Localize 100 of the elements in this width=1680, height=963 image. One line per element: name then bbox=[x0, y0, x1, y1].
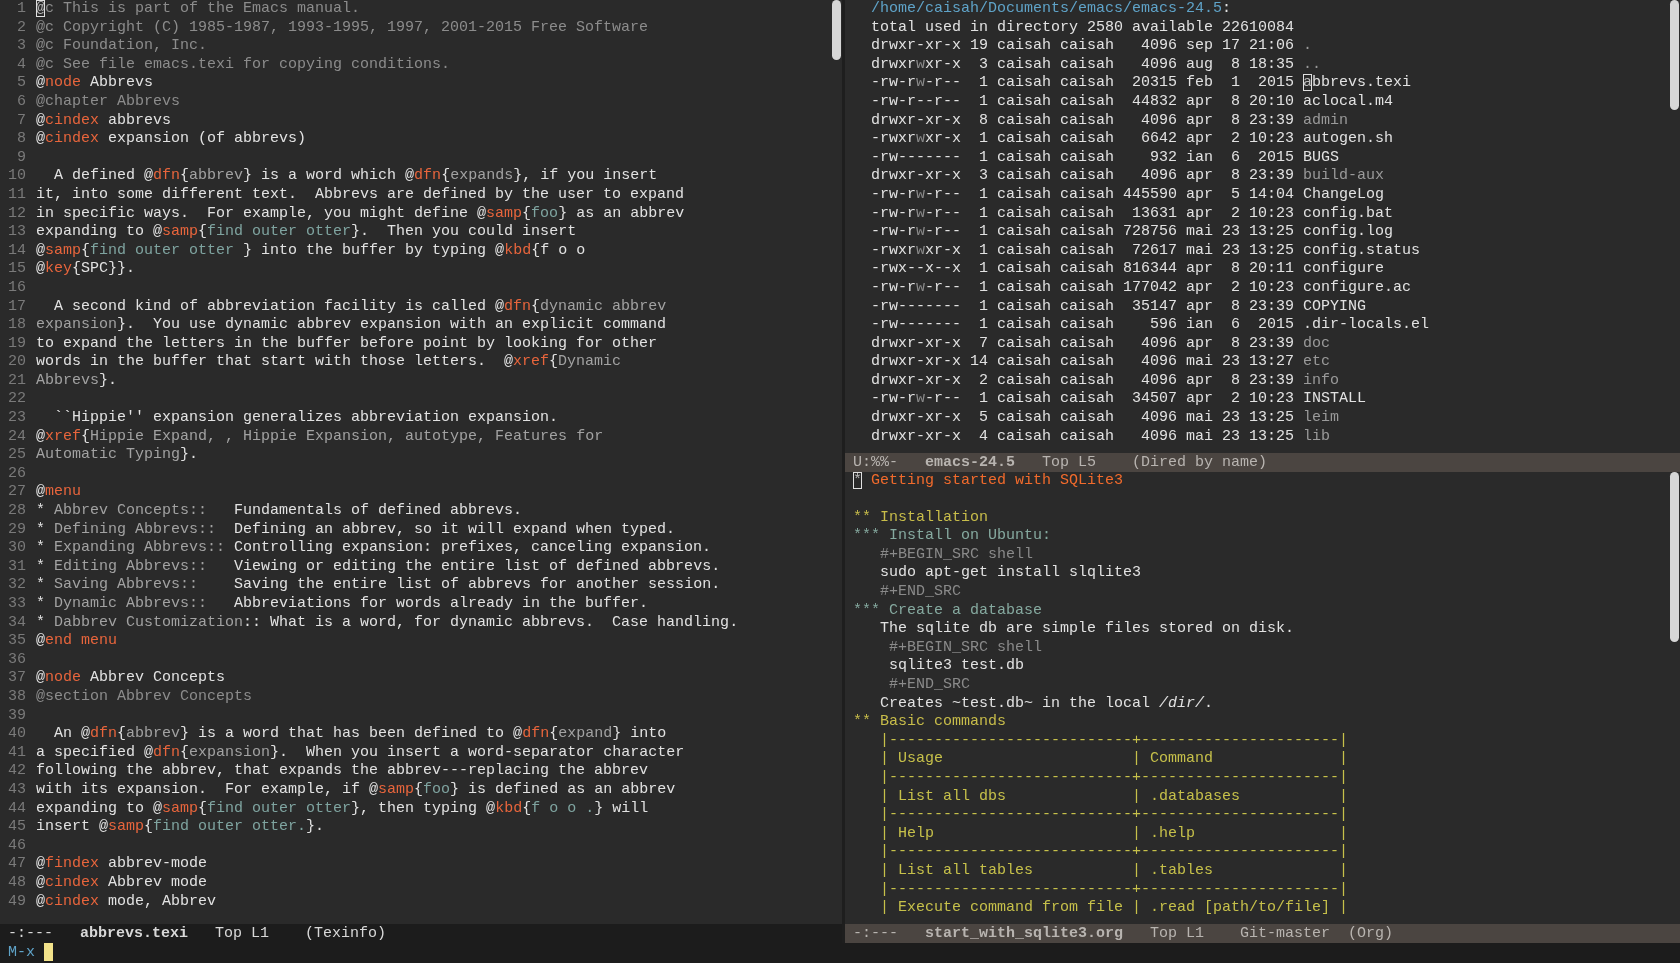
line-number: 19 bbox=[7, 334, 26, 354]
line-number: 32 bbox=[7, 576, 26, 595]
code-line: with its expansion. For example, if @samp{foo} is defined as an abbrev bbox=[36, 780, 677, 800]
line-number: 34 bbox=[7, 613, 26, 633]
minibuffer[interactable]: M-x bbox=[0, 943, 1680, 963]
code-line: #+END_SRC bbox=[888, 676, 972, 695]
code-line: words in the buffer that start with those letters. @xref{Dynamic bbox=[36, 353, 623, 372]
code-line: |---------------------------+----------------------| bbox=[879, 843, 1350, 862]
line-number: 17 bbox=[7, 297, 26, 317]
code-line: drwxr-xr-x 14 caisah caisah 4096 mai 23 13:27 etc bbox=[870, 353, 1332, 372]
code-line: @end menu bbox=[36, 632, 119, 651]
code-line: @c Foundation, Inc. bbox=[36, 37, 209, 56]
line-number: 42 bbox=[7, 762, 26, 781]
line-number: 46 bbox=[7, 836, 26, 856]
code-line: sqlite3 test.db bbox=[888, 657, 1026, 677]
code-line: |---------------------------+----------------------| bbox=[879, 769, 1350, 788]
code-line: -rw-rw-r-- 1 caisah caisah 728756 mai 23 13:25 config.log bbox=[870, 223, 1395, 242]
minibuffer-prompt: M-x bbox=[8, 944, 35, 961]
line-number: 37 bbox=[7, 669, 26, 688]
code-line: ``Hippie'' expansion generalizes abbreviation expansion. bbox=[53, 409, 560, 428]
line-number: 5 bbox=[16, 74, 26, 93]
code-line: to expand the letters in the buffer before point by looking for other bbox=[36, 334, 659, 354]
code-line: A defined @dfn{abbrev} is a word which @dfn{expands}, if you insert bbox=[53, 167, 659, 186]
cursor-position: Top L1 bbox=[1150, 925, 1205, 942]
line-number: 44 bbox=[7, 799, 26, 819]
text-cursor bbox=[44, 943, 53, 962]
line-number: 36 bbox=[7, 650, 26, 670]
line-number: 10 bbox=[7, 167, 26, 186]
code-line: | Usage | Command | bbox=[879, 750, 1350, 769]
code-line: /home/caisah/Documents/emacs/emacs-24.5: bbox=[870, 0, 1233, 19]
code-line: sudo apt-get install slqlite3 bbox=[879, 564, 1143, 584]
code-line: * Expanding Abbrevs:: Controlling expansion: prefixes, canceling expansion. bbox=[36, 539, 713, 558]
code-line: expansion}. You use dynamic abbrev expansion with an explicit command bbox=[36, 316, 668, 335]
code-line: *** Install on Ubuntu: bbox=[853, 527, 1053, 546]
code-line: @node Abbrev Concepts bbox=[36, 669, 227, 688]
line-number: 21 bbox=[7, 371, 26, 391]
code-line: * Saving Abbrevs:: Saving the entire list of abbrevs for another session. bbox=[36, 576, 722, 595]
code-line: | Execute command from file | .read [path/to/file] | bbox=[879, 899, 1350, 918]
code-line: drwxr-xr-x 3 caisah caisah 4096 apr 8 23:39 build-aux bbox=[870, 167, 1386, 186]
code-line: -rwxrwxr-x 1 caisah caisah 72617 mai 23 13:25 config.status bbox=[870, 241, 1422, 261]
line-number: 28 bbox=[7, 502, 26, 521]
code-line: @samp{find outer otter } into the buffer by typing @kbd{f o o bbox=[36, 241, 587, 261]
line-number: 1 bbox=[16, 0, 26, 19]
line-number: 41 bbox=[7, 743, 26, 763]
code-line: @findex abbrev-mode bbox=[36, 855, 209, 874]
code-line: An @dfn{abbrev} is a word that has been defined to @dfn{expand} into bbox=[53, 725, 668, 744]
buffer-status: -:--- bbox=[853, 925, 898, 942]
code-line: drwxr-xr-x 19 caisah caisah 4096 sep 17 21:06 . bbox=[870, 37, 1314, 56]
line-number: 40 bbox=[7, 725, 26, 744]
line-number: 25 bbox=[7, 446, 26, 465]
code-line: Automatic Typing}. bbox=[36, 446, 200, 465]
code-line: #+END_SRC bbox=[879, 583, 963, 602]
code-line: @cindex Abbrev mode bbox=[36, 873, 209, 893]
code-line: -rw-rw-r-- 1 caisah caisah 13631 apr 2 10:23 config.bat bbox=[870, 204, 1395, 224]
code-line: @menu bbox=[36, 483, 83, 503]
line-number: 35 bbox=[7, 632, 26, 651]
code-line: drwxr-xr-x 8 caisah caisah 4096 apr 8 23:39 admin bbox=[870, 111, 1350, 131]
cursor-position: Top L5 bbox=[1042, 453, 1097, 471]
code-line: -rw-rw-r-- 1 caisah caisah 20315 feb 1 2015 abbrevs.texi bbox=[870, 74, 1413, 93]
line-number: 33 bbox=[7, 595, 26, 614]
scroll-thumb[interactable] bbox=[832, 0, 841, 60]
code-line: The sqlite db are simple files stored on disk. bbox=[879, 620, 1296, 639]
line-number: 18 bbox=[7, 316, 26, 335]
line-number: 27 bbox=[7, 483, 26, 503]
line-number: 24 bbox=[7, 427, 26, 447]
buffer-status: -:--- bbox=[8, 925, 53, 942]
code-line: |---------------------------+----------------------| bbox=[879, 806, 1350, 825]
line-number: 6 bbox=[16, 92, 26, 112]
code-line: following the abbrev, that expands the abbrev---replacing the abbrev bbox=[36, 762, 650, 781]
code-line: drwxr-xr-x 2 caisah caisah 4096 apr 8 23:39 info bbox=[870, 371, 1341, 391]
line-number: 4 bbox=[16, 55, 26, 75]
code-line: @node Abbrevs bbox=[36, 74, 155, 93]
buffer-name: abbrevs.texi bbox=[80, 925, 189, 942]
line-number: 29 bbox=[7, 520, 26, 540]
code-line: expanding to @samp{find outer otter}, then typing @kbd{f o o .} will bbox=[36, 799, 650, 819]
line-number: 8 bbox=[16, 130, 26, 149]
code-line: -rw-r--r-- 1 caisah caisah 44832 apr 8 20:10 aclocal.m4 bbox=[870, 92, 1395, 112]
code-line: Creates ~test.db~ in the local /dir/. bbox=[879, 694, 1215, 714]
code-line: drwxr-xr-x 4 caisah caisah 4096 mai 23 13:25 lib bbox=[870, 427, 1332, 447]
code-line: total used in directory 2580 available 22610084 bbox=[870, 18, 1296, 38]
code-line: * Abbrev Concepts:: Fundamentals of defined abbrevs. bbox=[36, 502, 524, 521]
line-number: 9 bbox=[16, 148, 26, 168]
line-number: 11 bbox=[7, 185, 26, 205]
major-mode: (Org) bbox=[1348, 925, 1394, 942]
code-line: expanding to @samp{find outer otter}. Then you could insert bbox=[36, 223, 578, 242]
code-line: @cindex mode, Abbrev bbox=[36, 892, 218, 912]
code-line: #+BEGIN_SRC shell bbox=[888, 638, 1044, 658]
line-number: 49 bbox=[7, 892, 26, 912]
code-line: | List all tables | .tables | bbox=[879, 861, 1350, 881]
scroll-thumb[interactable] bbox=[1670, 0, 1679, 110]
line-number: 3 bbox=[16, 37, 26, 56]
line-number: 7 bbox=[16, 111, 26, 131]
scroll-thumb[interactable] bbox=[1670, 471, 1679, 642]
line-number: 45 bbox=[7, 818, 26, 837]
line-number: 13 bbox=[7, 223, 26, 242]
code-line: * Getting started with SQLite3 bbox=[853, 471, 1125, 491]
code-line: drwxrwxr-x 3 caisah caisah 4096 aug 8 18:35 .. bbox=[870, 55, 1323, 75]
code-line: * Dynamic Abbrevs:: Abbreviations for words already in the buffer. bbox=[36, 595, 650, 614]
line-number: 22 bbox=[7, 390, 26, 410]
code-line: ** Installation bbox=[853, 508, 990, 528]
